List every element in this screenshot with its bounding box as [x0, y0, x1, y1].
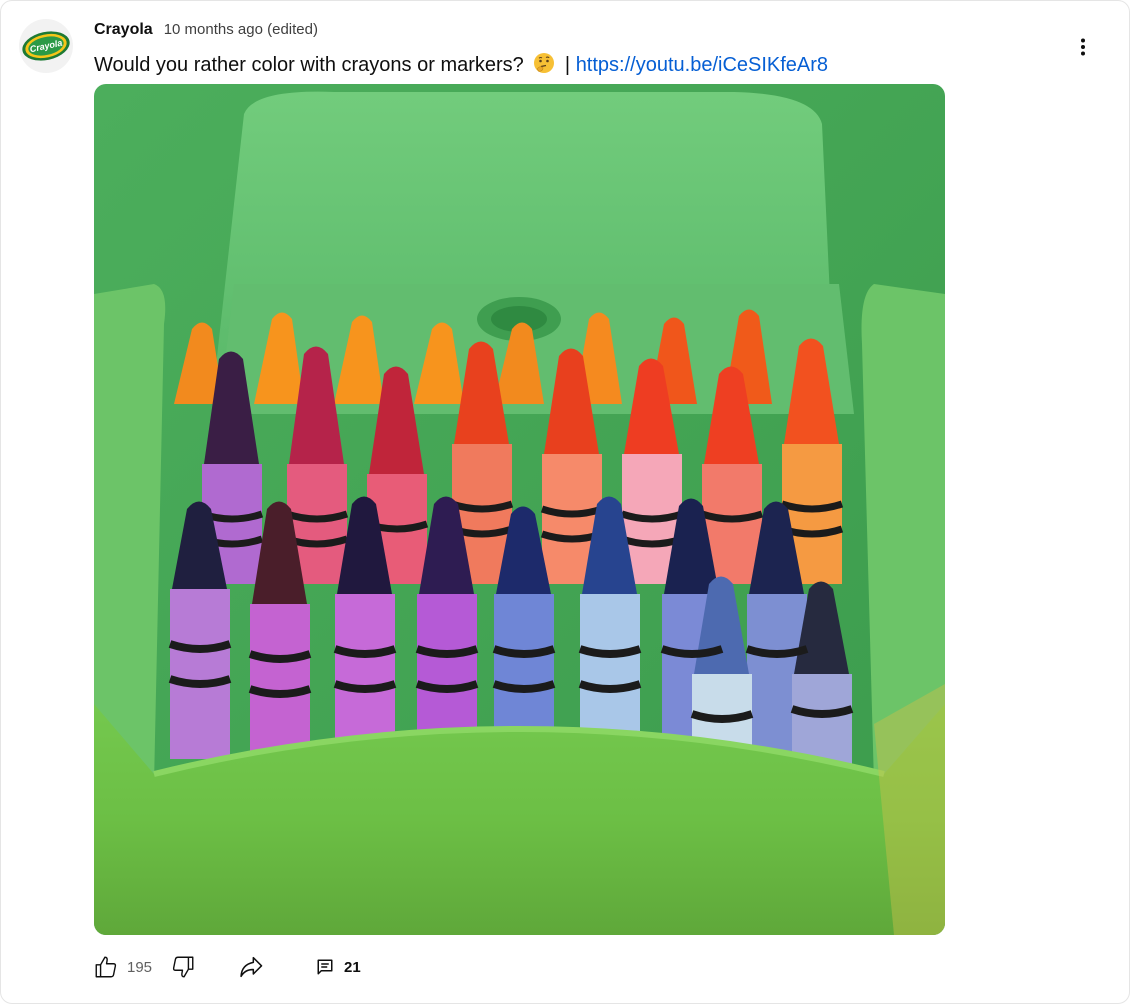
post-link[interactable]: https://youtu.be/iCeSIKfeAr8: [576, 54, 828, 76]
comments-button[interactable]: 21: [316, 958, 361, 976]
post-card: Crayola Crayola 10 months ago (edited) W…: [0, 0, 1130, 1004]
dislike-button[interactable]: [166, 950, 200, 984]
share-icon: [240, 956, 263, 978]
post-timestamp[interactable]: 10 months ago (edited): [164, 21, 318, 38]
crayons-photo: [94, 84, 945, 935]
more-vert-icon: [1081, 38, 1085, 56]
thumbs-down-icon: [172, 956, 194, 978]
more-actions-button[interactable]: [1063, 27, 1103, 67]
post-image[interactable]: [94, 84, 945, 935]
post-body: Would you rather color with crayons or m…: [94, 54, 524, 76]
comment-icon: [317, 959, 333, 975]
thinking-face-emoji-icon: [533, 52, 555, 82]
share-button[interactable]: [234, 950, 268, 984]
post-text: Would you rather color with crayons or m…: [94, 51, 828, 82]
comment-count: 21: [344, 958, 361, 976]
like-count: 195: [127, 958, 153, 976]
like-button[interactable]: [89, 950, 123, 984]
crayola-logo-icon: Crayola: [22, 31, 70, 61]
post-header: Crayola 10 months ago (edited): [94, 21, 318, 39]
author-name[interactable]: Crayola: [94, 21, 153, 39]
channel-avatar[interactable]: Crayola: [19, 19, 73, 73]
post-separator: |: [564, 54, 571, 76]
thumbs-up-icon: [95, 956, 117, 978]
action-bar: 195 21: [89, 948, 361, 986]
